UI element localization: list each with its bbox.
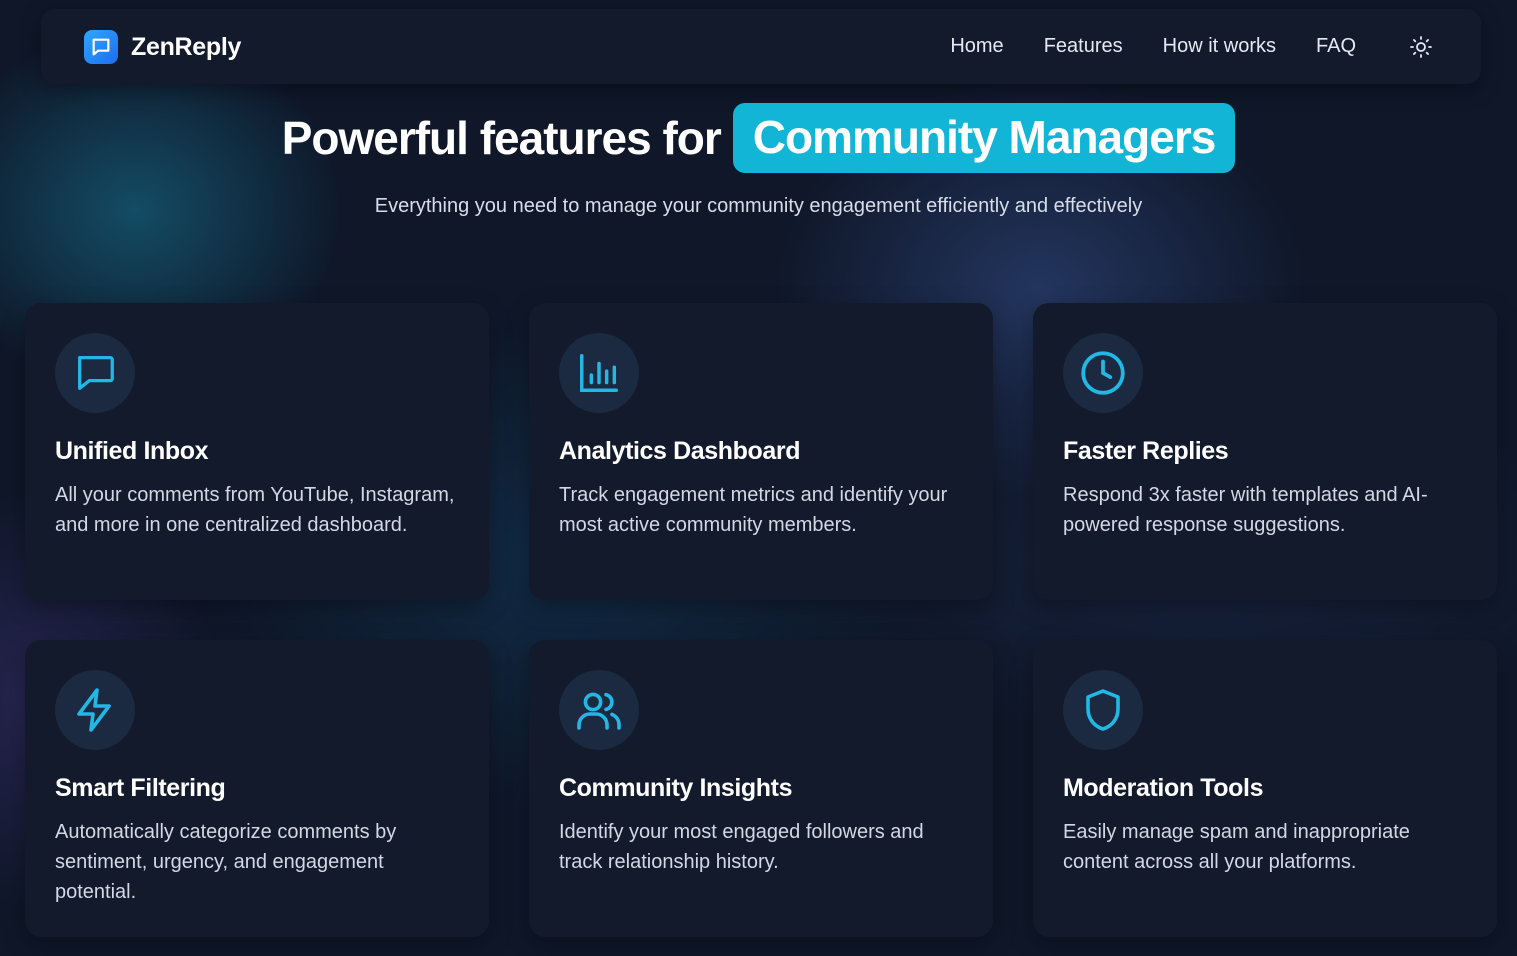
nav-link-features[interactable]: Features: [1044, 35, 1123, 58]
feature-card-community-insights: Community Insights Identify your most en…: [529, 640, 993, 937]
feature-description: Respond 3x faster with templates and AI-…: [1063, 484, 1428, 536]
feature-description: All your comments from YouTube, Instagra…: [55, 484, 455, 536]
hero-title-prefix: Powerful features for: [281, 112, 722, 164]
page-title: Powerful features for Community Managers: [0, 103, 1517, 173]
hero-section: Powerful features for Community Managers…: [0, 103, 1517, 218]
chat-bubble-icon: [84, 30, 118, 64]
feature-description: Automatically categorize comments by sen…: [55, 821, 397, 903]
brand[interactable]: ZenReply: [84, 30, 241, 64]
users-icon: [559, 670, 639, 750]
chat-bubble-icon: [55, 333, 135, 413]
feature-description: Easily manage spam and inappropriate con…: [1063, 821, 1410, 873]
feature-title: Community Insights: [559, 774, 793, 802]
sun-icon: [1410, 36, 1432, 58]
feature-title: Moderation Tools: [1063, 774, 1264, 802]
top-navbar: ZenReply Home Features How it works FAQ: [41, 9, 1481, 84]
feature-title: Smart Filtering: [55, 774, 226, 802]
feature-card-faster-replies: Faster Replies Respond 3x faster with te…: [1033, 303, 1497, 600]
shield-icon: [1063, 670, 1143, 750]
bar-chart-icon: [559, 333, 639, 413]
nav-link-faq[interactable]: FAQ: [1316, 35, 1356, 58]
feature-description: Track engagement metrics and identify yo…: [559, 484, 948, 536]
feature-description: Identify your most engaged followers and…: [559, 821, 924, 873]
feature-card-analytics-dashboard: Analytics Dashboard Track engagement met…: [529, 303, 993, 600]
brand-name: ZenReply: [131, 32, 242, 61]
lightning-icon: [55, 670, 135, 750]
feature-card-moderation-tools: Moderation Tools Easily manage spam and …: [1033, 640, 1497, 937]
feature-title: Unified Inbox: [55, 437, 209, 465]
nav-link-how-it-works[interactable]: How it works: [1163, 35, 1276, 58]
theme-toggle-button[interactable]: [1407, 33, 1435, 61]
feature-title: Faster Replies: [1063, 437, 1229, 465]
nav-links: Home Features How it works FAQ: [950, 9, 1356, 84]
nav-link-home[interactable]: Home: [950, 35, 1003, 58]
feature-title: Analytics Dashboard: [559, 437, 801, 465]
feature-card-smart-filtering: Smart Filtering Automatically categorize…: [25, 640, 489, 937]
hero-subtitle: Everything you need to manage your commu…: [374, 195, 1143, 217]
hero-title-highlight: Community Managers: [732, 103, 1236, 173]
feature-card-unified-inbox: Unified Inbox All your comments from You…: [25, 303, 489, 600]
clock-icon: [1063, 333, 1143, 413]
